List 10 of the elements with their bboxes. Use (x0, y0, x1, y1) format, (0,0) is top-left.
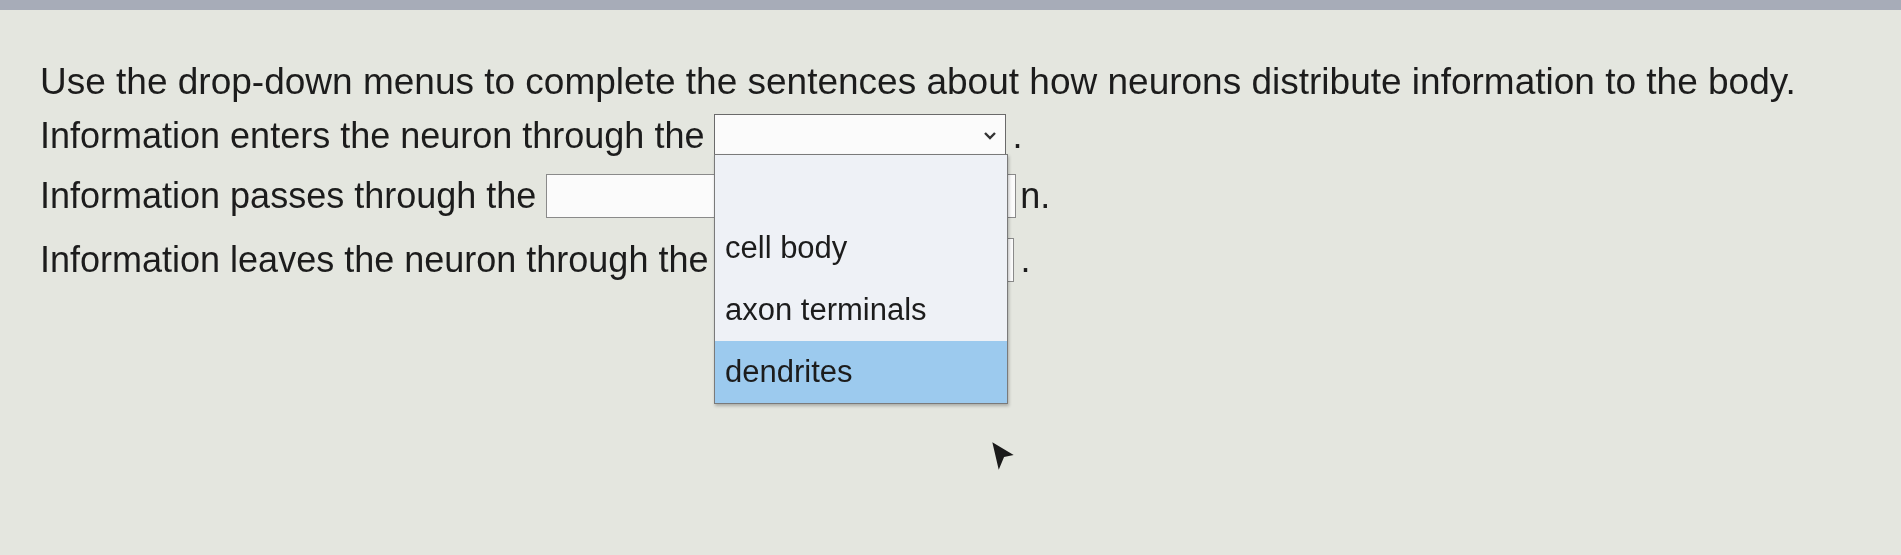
menu-option[interactable]: axon terminals (715, 279, 1007, 341)
sentence-text: . (1020, 239, 1031, 281)
sentence-text: Information leaves the neuron through the (40, 239, 709, 281)
menu-option[interactable]: cell body (715, 217, 1007, 279)
sentence-text: Information passes through the (40, 175, 537, 217)
instruction-text: Use the drop-down menus to complete the sentences about how neurons distribute information to the body. (40, 60, 1797, 104)
sentence-text: . (1012, 115, 1023, 157)
sentence-text: n. (1020, 175, 1051, 217)
menu-option[interactable]: dendrites (715, 341, 1007, 403)
sentence-text: Information enters the neuron through the (40, 115, 705, 157)
